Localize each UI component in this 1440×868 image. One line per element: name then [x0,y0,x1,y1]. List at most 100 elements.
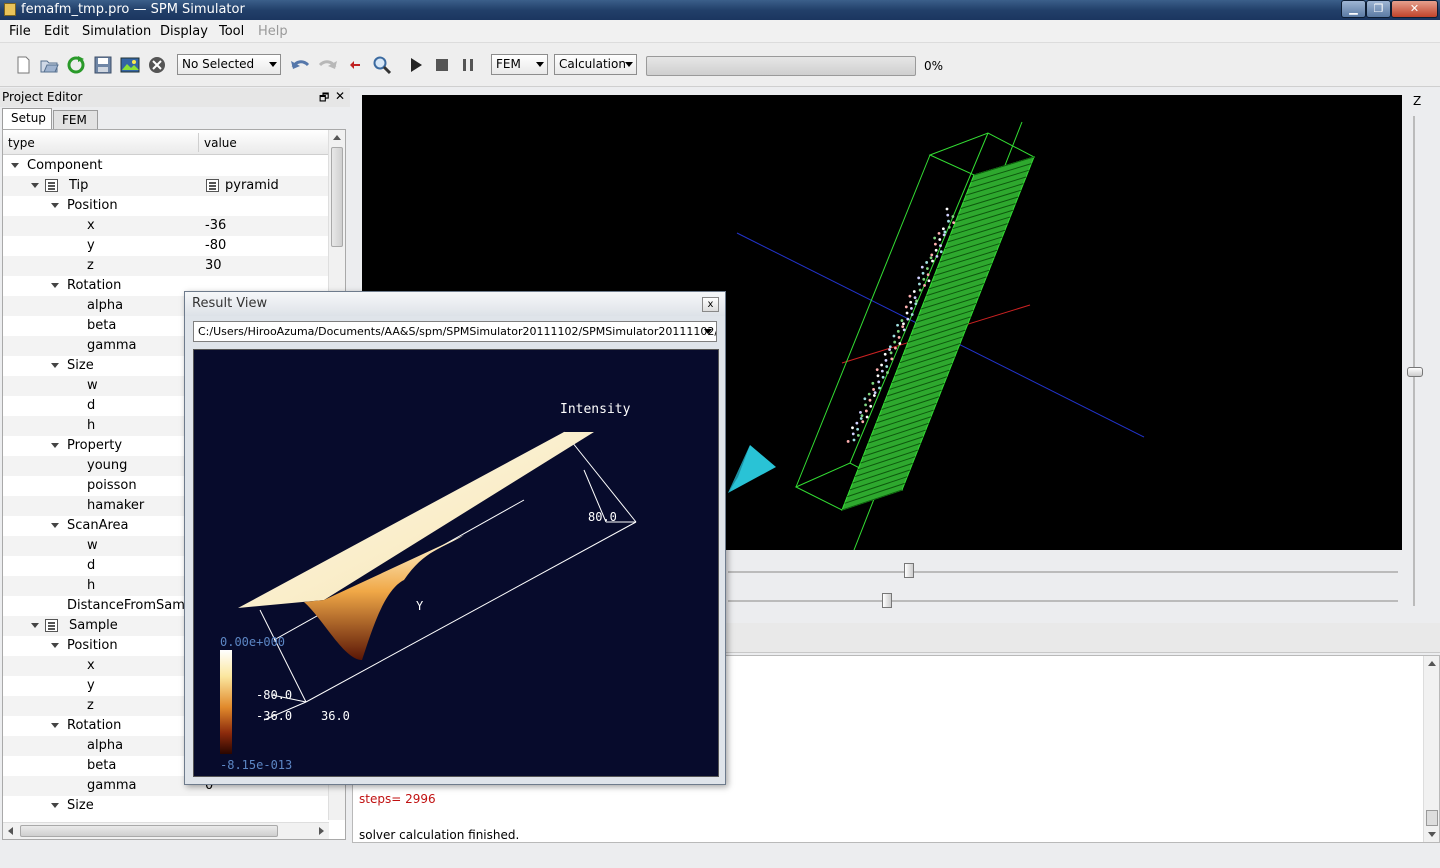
expand-toggle-icon[interactable] [11,163,19,168]
atom-dot [912,290,916,293]
selection-combo[interactable]: No Selected [177,54,281,75]
atom-dot [863,397,867,401]
result-view-close-button[interactable]: x [702,297,719,312]
atom-dot [888,348,891,352]
tree-row[interactable]: z 30 [3,256,329,276]
atom-dot [880,363,883,367]
log-scroll-thumb[interactable] [1426,810,1438,826]
scroll-left-icon[interactable] [8,827,13,835]
menu-bar: File Edit Simulation Display Tool Help [0,20,1440,43]
scroll-up-icon[interactable] [1428,661,1436,666]
menu-edit[interactable]: Edit [44,24,69,39]
component-icon [45,619,58,632]
tree-row-value[interactable]: pyramid [225,178,279,193]
stop-icon[interactable] [432,55,452,75]
method-combo[interactable]: FEM [491,54,548,75]
tab-setup[interactable]: Setup [2,108,52,129]
z-slider-handle[interactable] [1407,367,1423,377]
expand-toggle-icon[interactable] [51,283,59,288]
expand-toggle-icon[interactable] [31,183,39,188]
zoom-icon[interactable] [372,55,392,75]
chevron-down-icon [269,62,277,67]
log-scrollbar[interactable] [1423,656,1439,842]
scroll-down-icon[interactable] [1428,832,1436,837]
scroll-right-icon[interactable] [319,827,324,835]
atom-dot [905,311,909,315]
result-view-titlebar[interactable]: Result View x [185,292,725,316]
column-divider[interactable] [198,133,199,152]
close-project-icon[interactable] [147,55,167,75]
tree-row-label: Component [27,158,103,173]
save-icon[interactable] [93,55,113,75]
atom-dot [877,380,881,384]
tree-hscroll-thumb[interactable] [20,825,278,837]
expand-toggle-icon[interactable] [51,443,59,448]
atom-dot [941,227,945,231]
colorbar-min-label: -8.15e-013 [220,758,292,772]
z-axis-label: Z [1413,94,1422,108]
menu-help[interactable]: Help [258,24,288,39]
minimize-button[interactable]: ▁ [1341,0,1366,18]
result-file-combo[interactable]: C:/Users/HirooAzuma/Documents/AA&S/spm/S… [193,321,717,342]
atom-dot [926,273,930,277]
tree-row[interactable]: x -36 [3,216,329,236]
tree-row-value[interactable]: -80 [205,238,226,253]
menu-file[interactable]: File [9,24,31,39]
tree-row-label: beta [87,318,117,333]
close-dock-icon[interactable]: ✕ [335,89,345,103]
column-type[interactable]: type [8,136,35,150]
tree-row[interactable]: Tip pyramid [3,176,329,196]
atom-dot [918,288,922,292]
tree-row-value[interactable]: -36 [205,218,226,233]
expand-toggle-icon[interactable] [51,523,59,528]
float-dock-icon[interactable]: 🗗 [319,89,329,108]
atom-dot [917,276,921,280]
export-image-icon[interactable] [120,55,140,75]
step-back-icon[interactable] [346,55,366,75]
expand-toggle-icon[interactable] [51,723,59,728]
tree-horizontal-scrollbar[interactable] [3,822,329,839]
new-file-icon[interactable] [13,55,33,75]
redo-icon[interactable] [318,55,338,75]
expand-toggle-icon[interactable] [51,363,59,368]
tree-row[interactable]: Size [3,796,329,816]
close-button[interactable]: ✕ [1391,0,1438,18]
horizontal-slider-track-2[interactable] [728,600,1398,602]
horizontal-slider-track-1[interactable] [728,571,1398,573]
tree-row[interactable]: Position [3,196,329,216]
horizontal-slider-handle-2[interactable] [882,593,892,608]
expand-toggle-icon[interactable] [51,203,59,208]
undo-icon[interactable] [290,55,310,75]
menu-display[interactable]: Display [160,24,208,39]
tree-row-label: gamma [87,778,137,793]
open-folder-icon[interactable] [39,55,59,75]
atom-dot [873,391,877,395]
tree-row[interactable]: Component [3,156,329,176]
plot-tick-x-max: 80.0 [588,510,617,524]
horizontal-slider-handle-1[interactable] [904,563,914,578]
reload-icon[interactable] [66,55,86,75]
tree-scroll-thumb[interactable] [331,147,343,247]
column-value[interactable]: value [204,136,237,150]
expand-toggle-icon[interactable] [51,643,59,648]
maximize-button[interactable]: ❐ [1366,0,1391,18]
plot-tick-y-min: -80.0 [256,688,292,702]
menu-simulation[interactable]: Simulation [82,24,151,39]
result-plot[interactable]: Intensity Y 80.0 -80.0 -36.0 36.0 0.00e+… [193,349,719,777]
tab-fem[interactable]: FEM [53,110,98,129]
expand-toggle-icon[interactable] [31,623,39,628]
atom-dot [931,259,934,263]
atom-dot [947,219,950,223]
mode-combo[interactable]: Calculation [554,54,637,75]
expand-toggle-icon[interactable] [51,803,59,808]
play-icon[interactable] [406,55,426,75]
atom-dot [937,232,941,235]
pause-icon[interactable] [458,55,478,75]
menu-tool[interactable]: Tool [219,24,244,39]
z-slider-track[interactable] [1413,116,1415,606]
atom-dot [885,365,889,368]
tree-row[interactable]: y -80 [3,236,329,256]
tree-row-value[interactable]: 30 [205,258,222,273]
scroll-up-icon[interactable] [333,135,341,140]
tree-row-label: ScanArea [67,518,129,533]
